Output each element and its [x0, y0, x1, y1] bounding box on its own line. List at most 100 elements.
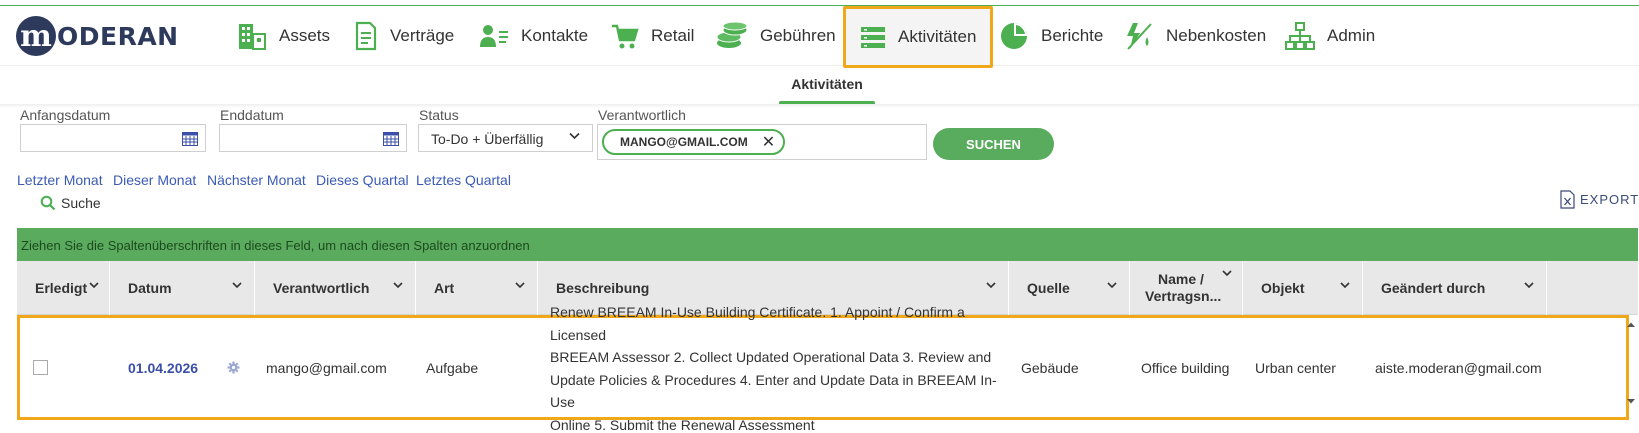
cell-geaendert-durch: aiste.moderan@gmail.com: [1375, 359, 1542, 376]
nav-aktivitaeten[interactable]: Aktivitäten: [843, 6, 994, 68]
building-icon: [239, 24, 266, 50]
coins-icon: [716, 21, 748, 48]
nav-kontakte[interactable]: Kontakte: [479, 6, 588, 66]
column-header-label-line2: Vertragsn...: [1145, 288, 1222, 304]
column-header-label: Geändert durch: [1381, 280, 1486, 296]
description-line: Renew BREEAM In-Use Building Certificate…: [550, 304, 965, 343]
search-button[interactable]: SUCHEN: [933, 128, 1054, 160]
subtab-aktivitaeten[interactable]: Aktivitäten: [779, 76, 875, 92]
start-date-input[interactable]: [20, 124, 206, 152]
nav-gebuehren[interactable]: Gebühren: [716, 6, 836, 66]
chevron-down-icon[interactable]: [89, 282, 99, 289]
column-header-art[interactable]: Art: [416, 261, 538, 315]
column-header-datum[interactable]: Datum: [110, 261, 255, 315]
excel-file-icon: [1560, 190, 1575, 209]
grid-scrollbar[interactable]: [1624, 320, 1638, 418]
export-button[interactable]: EXPORT: [1560, 190, 1639, 209]
column-header-geaendert-durch[interactable]: Geändert durch: [1363, 261, 1547, 315]
column-header-objekt[interactable]: Objekt: [1243, 261, 1363, 315]
chevron-down-icon: [569, 132, 580, 140]
scroll-down-icon[interactable]: [1624, 396, 1638, 406]
chevron-down-icon[interactable]: [1340, 282, 1350, 289]
cell-verantwortlich: mango@gmail.com: [266, 359, 387, 376]
column-header-label: Objekt: [1261, 280, 1305, 296]
end-date-label: Enddatum: [220, 107, 284, 123]
nav-vertraege[interactable]: Verträge: [354, 6, 454, 66]
quick-range-last-month[interactable]: Letzter Monat: [17, 172, 103, 188]
cell-art: Aufgabe: [426, 359, 479, 376]
date-link[interactable]: 01.04.2026: [128, 360, 198, 376]
column-header-quelle[interactable]: Quelle: [1009, 261, 1130, 315]
responsible-label: Verantwortlich: [598, 107, 686, 123]
chevron-down-icon[interactable]: [232, 282, 242, 289]
status-label: Status: [419, 107, 459, 123]
chevron-down-icon[interactable]: [986, 282, 996, 289]
utilities-icon: [1127, 23, 1152, 50]
group-by-drop-area[interactable]: Ziehen Sie die Spaltenüberschriften in d…: [17, 228, 1638, 261]
cell-quelle: Gebäude: [1021, 359, 1079, 376]
scroll-up-icon[interactable]: [1624, 320, 1638, 330]
responsible-chip-label: MANGO@GMAIL.COM: [620, 135, 748, 149]
nav-admin-label: Admin: [1327, 26, 1376, 45]
responsible-chip: MANGO@GMAIL.COM ✕: [602, 129, 786, 155]
quick-range-last-quarter[interactable]: Letztes Quartal: [416, 172, 511, 188]
logo-mark: m: [16, 16, 56, 56]
nav-vertraege-label: Verträge: [390, 26, 455, 45]
table-row[interactable]: 01.04.2026 mango@gmail.com Aufgabe Renew…: [17, 304, 1629, 433]
document-icon: [355, 21, 377, 51]
column-header-label: Quelle: [1027, 280, 1070, 296]
quick-range-this-quarter[interactable]: Dieses Quartal: [316, 172, 409, 188]
gear-icon[interactable]: [227, 361, 240, 374]
end-date-input[interactable]: [219, 124, 407, 152]
nav-assets[interactable]: Assets: [237, 6, 330, 66]
cell-datum: 01.04.2026: [128, 318, 198, 417]
quick-range-next-month[interactable]: Nächster Monat: [207, 172, 306, 188]
description-line: Update Policies & Procedures 4. Enter an…: [550, 371, 997, 411]
column-header-verantwortlich[interactable]: Verantwortlich: [255, 261, 416, 315]
done-checkbox[interactable]: [33, 360, 48, 375]
nav-assets-label: Assets: [279, 26, 331, 45]
nav-admin[interactable]: Admin: [1285, 6, 1375, 66]
nav-nebenkosten[interactable]: Nebenkosten: [1124, 6, 1266, 66]
nav-aktivitaeten-label: Aktivitäten: [898, 27, 977, 46]
export-label: EXPORT: [1580, 192, 1639, 207]
description-line: BREEAM Assessor 2. Collect Updated Opera…: [550, 349, 992, 365]
chevron-down-icon[interactable]: [1107, 282, 1117, 289]
description-line: Online 5. Submit the Renewal Assessment: [550, 416, 815, 433]
remove-chip-icon[interactable]: ✕: [762, 132, 775, 152]
responsible-input[interactable]: MANGO@GMAIL.COM ✕: [597, 124, 927, 160]
status-select[interactable]: To-Do + Überfällig: [418, 124, 593, 152]
start-date-label: Anfangsdatum: [20, 107, 111, 123]
nav-berichte[interactable]: Berichte: [999, 6, 1103, 66]
column-header-name-vertragsnummer[interactable]: Name / Vertragsn...: [1130, 261, 1243, 315]
tasks-icon: [861, 27, 885, 48]
search-icon: [40, 195, 56, 211]
cell-settings: [227, 318, 240, 417]
column-header-erledigt[interactable]: Erledigt: [17, 261, 110, 315]
moderan-logo[interactable]: m ODERAN: [16, 14, 179, 58]
quick-range-this-month[interactable]: Dieser Monat: [113, 172, 196, 188]
column-header-label-line1: Name /: [1158, 271, 1204, 287]
status-selected-value: To-Do + Überfällig: [431, 131, 544, 147]
calendar-icon[interactable]: [182, 132, 198, 146]
nav-retail-label: Retail: [651, 26, 695, 45]
search-toggle[interactable]: Suche: [40, 195, 101, 211]
nav-retail[interactable]: Retail: [611, 6, 694, 66]
chevron-down-icon[interactable]: [1524, 282, 1534, 289]
calendar-icon[interactable]: [383, 132, 399, 146]
contacts-icon: [480, 25, 508, 47]
column-header-label: Verantwortlich: [273, 280, 370, 296]
description-text: Renew BREEAM In-Use Building Certificate…: [550, 301, 1020, 433]
nav-kontakte-label: Kontakte: [521, 26, 589, 45]
column-header-label: Datum: [128, 280, 172, 296]
nav-berichte-label: Berichte: [1041, 26, 1104, 45]
chevron-down-icon[interactable]: [393, 282, 403, 289]
search-toggle-label: Suche: [61, 195, 101, 211]
cell-beschreibung: Renew BREEAM In-Use Building Certificate…: [550, 304, 1020, 433]
column-header-label: Name / Vertragsn...: [1145, 271, 1221, 305]
chevron-down-icon[interactable]: [1222, 270, 1232, 277]
column-header-label: Erledigt: [35, 280, 88, 296]
hierarchy-icon: [1285, 22, 1315, 50]
chevron-down-icon[interactable]: [515, 282, 525, 289]
cart-icon: [612, 24, 639, 49]
